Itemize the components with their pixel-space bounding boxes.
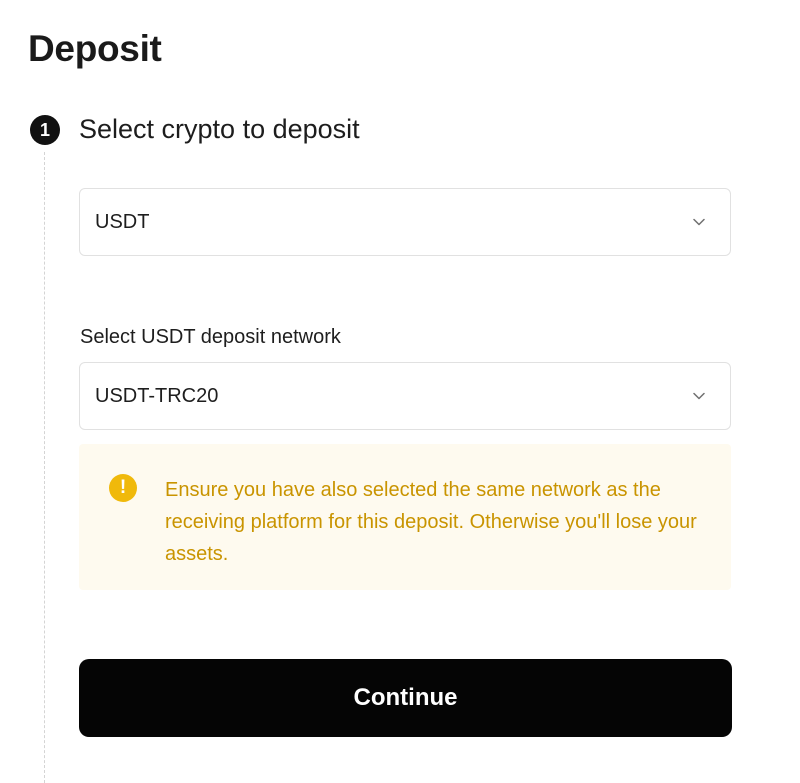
warning-icon: ! bbox=[109, 474, 137, 502]
network-select-label: Select USDT deposit network bbox=[80, 326, 341, 348]
page-title: Deposit bbox=[28, 28, 162, 69]
warning-text: Ensure you have also selected the same n… bbox=[165, 479, 697, 565]
crypto-select-value: USDT bbox=[95, 210, 150, 233]
continue-button[interactable]: Continue bbox=[79, 659, 732, 737]
network-select-value: USDT-TRC20 bbox=[95, 384, 219, 407]
chevron-down-icon bbox=[692, 215, 706, 229]
network-select[interactable]: USDT-TRC20 bbox=[79, 362, 731, 430]
chevron-down-icon bbox=[692, 389, 706, 403]
step-connector-line bbox=[44, 152, 45, 783]
step-title: Select crypto to deposit bbox=[79, 114, 360, 144]
network-warning-box: ! Ensure you have also selected the same… bbox=[79, 444, 731, 590]
crypto-select[interactable]: USDT bbox=[79, 188, 731, 256]
step-number-badge: 1 bbox=[30, 115, 60, 145]
